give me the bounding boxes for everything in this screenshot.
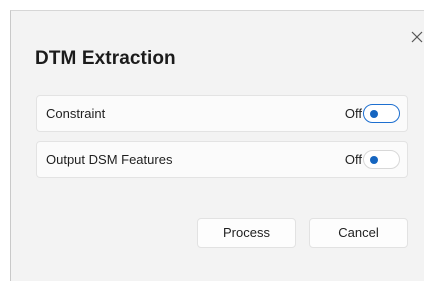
close-icon — [411, 31, 423, 43]
constraint-toggle[interactable] — [363, 104, 400, 123]
constraint-option-row: Constraint Off — [36, 95, 408, 132]
constraint-state-text: Off — [344, 106, 362, 121]
constraint-label: Constraint — [46, 106, 106, 121]
output-dsm-features-label: Output DSM Features — [46, 152, 173, 167]
output-dsm-features-state-text: Off — [344, 152, 362, 167]
close-button[interactable] — [407, 27, 424, 47]
toggle-knob — [370, 155, 378, 164]
cancel-button[interactable]: Cancel — [309, 218, 408, 248]
process-button[interactable]: Process — [197, 218, 296, 248]
dialog-title: DTM Extraction — [35, 48, 176, 69]
output-dsm-features-toggle[interactable] — [363, 150, 400, 169]
toggle-knob — [370, 109, 378, 118]
output-dsm-features-option-row: Output DSM Features Off — [36, 141, 408, 178]
